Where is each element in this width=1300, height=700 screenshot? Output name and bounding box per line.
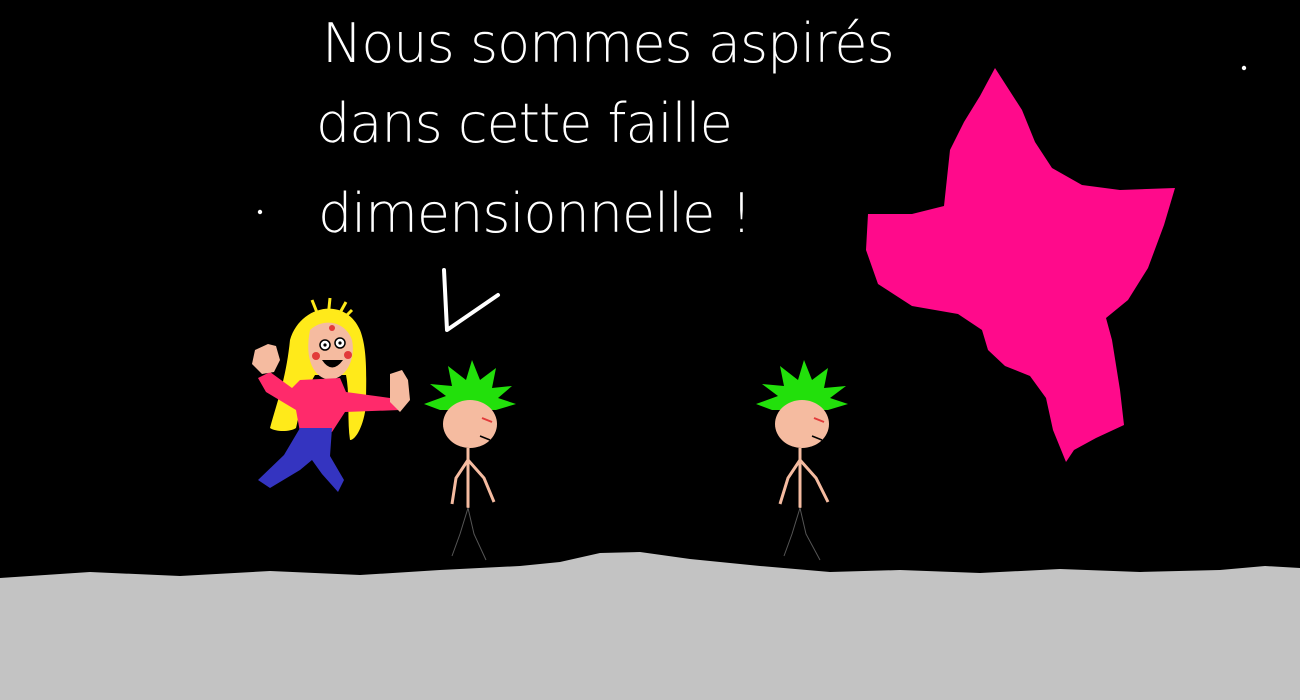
- girl-hand-left: [252, 344, 280, 374]
- speech-line-1: Nous sommes aspirés: [322, 12, 894, 75]
- punk-character-right: [756, 360, 848, 562]
- speech-pointer-icon: [442, 268, 500, 332]
- punk-head-right: [775, 400, 829, 448]
- girl-cheek-right: [344, 351, 352, 359]
- girl-pupil-left: [323, 343, 327, 347]
- punk-head-left: [443, 400, 497, 448]
- speech-line-2: dans cette faille: [316, 92, 732, 155]
- pink-rift-icon: [866, 68, 1175, 462]
- speech-text: Nous sommes aspirés dans cette faille di…: [316, 12, 895, 245]
- speech-line-3: dimensionnelle !: [318, 182, 751, 245]
- punk-arms-right: [778, 459, 830, 505]
- girl-jeans: [258, 428, 344, 492]
- star-icon: [1241, 65, 1247, 71]
- punk-character-left: [424, 360, 516, 562]
- scene-drawing: Nous sommes aspirés dans cette faille di…: [0, 12, 1300, 700]
- girl-pupil-right: [338, 341, 342, 345]
- girl-cheek-left: [312, 352, 320, 360]
- punk-legs-left: [449, 507, 489, 562]
- punk-arms-left: [450, 459, 496, 505]
- moon-ground: [0, 552, 1300, 700]
- blonde-girl-character: [252, 297, 410, 492]
- drawing-canvas: Nous sommes aspirés dans cette faille di…: [0, 0, 1300, 700]
- girl-freckle: [329, 325, 335, 331]
- star-icon: [257, 209, 263, 215]
